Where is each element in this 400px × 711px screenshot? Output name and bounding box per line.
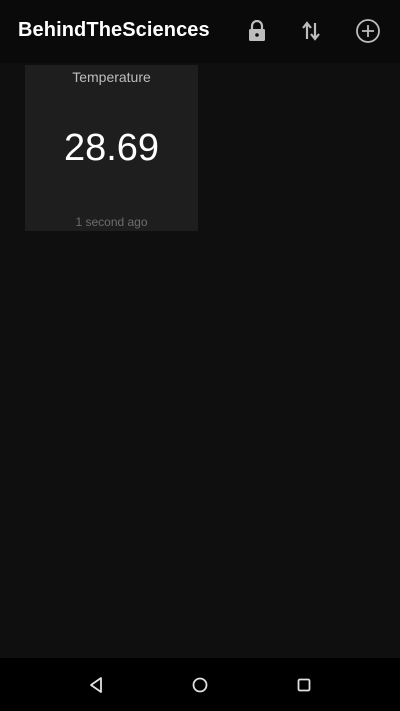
temperature-tile[interactable]: Temperature 28.69 1 second ago	[25, 65, 198, 231]
lock-icon[interactable]	[242, 16, 272, 46]
sort-icon[interactable]	[296, 16, 326, 46]
tile-value: 28.69	[63, 127, 160, 169]
app-bar: BehindTheSciences	[0, 0, 400, 63]
back-icon[interactable]	[83, 672, 109, 698]
home-icon[interactable]	[187, 672, 213, 698]
tile-updated-time: 1 second ago	[75, 215, 148, 229]
recents-icon[interactable]	[291, 672, 317, 698]
add-circle-icon[interactable]	[353, 16, 383, 46]
tile-label: Temperature	[72, 69, 151, 85]
dashboard-content: Temperature 28.69 1 second ago	[0, 63, 400, 658]
app-title: BehindTheSciences	[18, 19, 210, 41]
system-nav-bar	[0, 658, 400, 711]
